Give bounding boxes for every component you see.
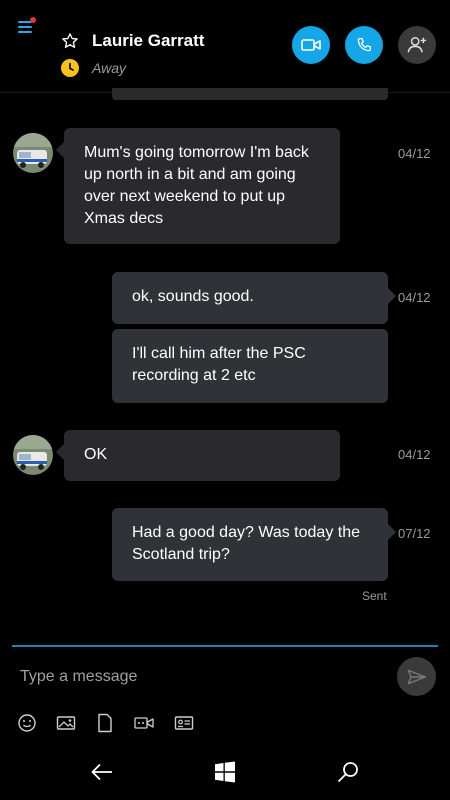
voice-call-button[interactable]	[345, 26, 383, 64]
previous-message-bubble	[112, 88, 388, 100]
emoticon-icon	[18, 714, 36, 732]
contact-avatar[interactable]	[13, 133, 53, 173]
hamburger-menu-icon[interactable]	[16, 16, 38, 38]
add-people-button[interactable]	[398, 26, 436, 64]
file-button[interactable]	[94, 712, 116, 734]
message-bubble-outgoing[interactable]: ok, sounds good.	[112, 272, 396, 324]
back-arrow-icon	[91, 763, 112, 781]
video-call-button[interactable]	[292, 26, 330, 64]
message-text: Mum's going tomorrow I'm back up north i…	[84, 144, 309, 227]
video-message-icon	[134, 717, 154, 729]
system-navigation-bar	[0, 744, 450, 800]
contact-avatar[interactable]	[13, 435, 53, 475]
message-bubble-incoming[interactable]: OK	[56, 430, 340, 481]
delivery-status: Sent	[362, 589, 387, 603]
send-button[interactable]	[397, 657, 436, 696]
message-timestamp: 04/12	[398, 290, 431, 305]
notification-dot	[30, 17, 36, 23]
image-icon	[56, 716, 76, 730]
composer-divider	[12, 645, 438, 647]
message-timestamp: 04/12	[398, 447, 431, 462]
clock-icon	[61, 59, 79, 77]
message-bubble-incoming[interactable]: Mum's going tomorrow I'm back up north i…	[56, 128, 340, 244]
presence-status: Away	[92, 60, 126, 76]
contact-card-button[interactable]	[173, 712, 195, 734]
star-outline-icon[interactable]	[61, 32, 79, 50]
start-button[interactable]	[212, 759, 238, 785]
image-button[interactable]	[55, 712, 77, 734]
message-text: I'll call him after the PSC recording at…	[132, 345, 306, 384]
message-text: OK	[84, 446, 108, 463]
message-timestamp: 07/12	[398, 526, 431, 541]
video-message-button[interactable]	[133, 712, 155, 734]
contact-card-icon	[174, 716, 194, 730]
conversation-header: Laurie Garratt Away	[0, 0, 450, 92]
add-person-icon	[407, 37, 427, 53]
message-text: Had a good day? Was today the Scotland t…	[132, 524, 360, 563]
back-button[interactable]	[89, 759, 115, 785]
message-bubble-outgoing[interactable]: I'll call him after the PSC recording at…	[112, 329, 388, 403]
video-camera-icon	[301, 39, 321, 51]
emoticon-button[interactable]	[16, 712, 38, 734]
contact-name[interactable]: Laurie Garratt	[92, 31, 204, 51]
search-icon	[337, 762, 358, 783]
message-timestamp: 04/12	[398, 146, 431, 161]
phone-icon	[357, 37, 372, 52]
windows-logo-icon	[215, 761, 235, 783]
file-icon	[98, 713, 112, 733]
message-text: ok, sounds good.	[132, 288, 254, 305]
message-input[interactable]	[20, 664, 380, 690]
message-bubble-outgoing[interactable]: Had a good day? Was today the Scotland t…	[112, 508, 396, 581]
send-arrow-icon	[407, 669, 426, 684]
search-button[interactable]	[335, 759, 361, 785]
